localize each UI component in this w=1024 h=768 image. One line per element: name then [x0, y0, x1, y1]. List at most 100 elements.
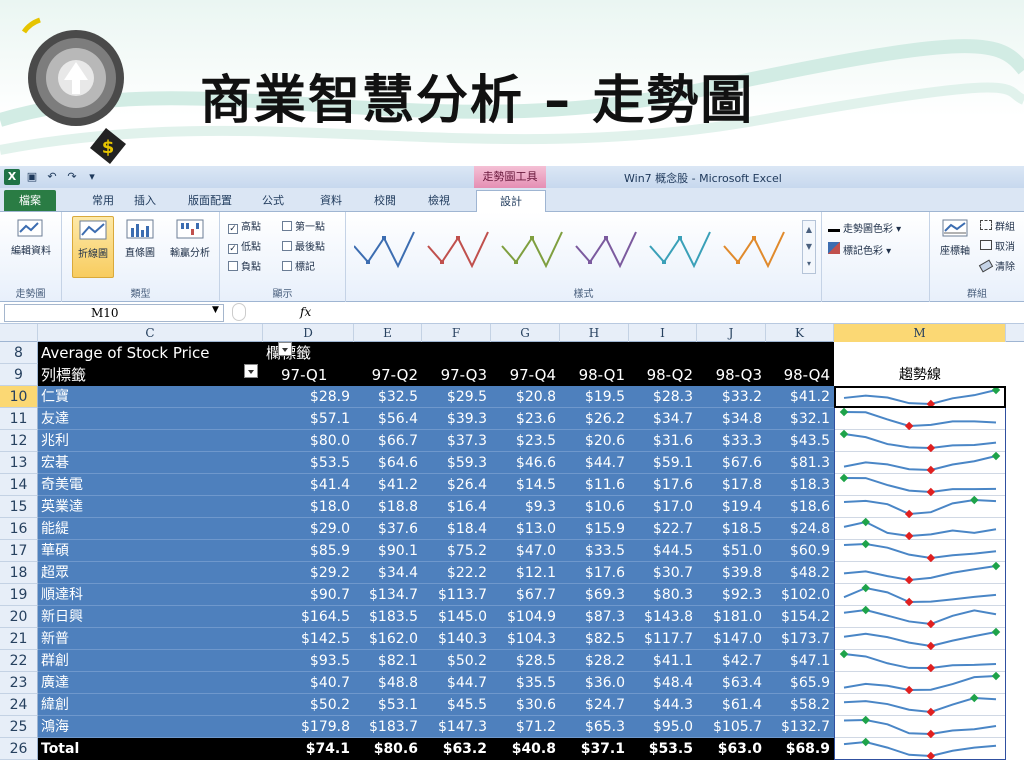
sparkline-style-option[interactable]	[723, 231, 785, 269]
price-cell[interactable]: $45.5	[422, 694, 487, 716]
price-cell[interactable]: $37.6	[354, 518, 418, 540]
marker-color-button[interactable]: 標記色彩 ▾	[828, 242, 891, 257]
company-name[interactable]: 能緹	[41, 518, 69, 540]
row-filter-dropdown-icon[interactable]	[244, 364, 258, 378]
price-cell[interactable]: $23.6	[491, 408, 556, 430]
row-header-8[interactable]: 8	[0, 342, 38, 364]
price-cell[interactable]: $41.2	[354, 474, 418, 496]
company-name[interactable]: 順達科	[41, 584, 83, 606]
price-cell[interactable]: $50.2	[263, 694, 350, 716]
price-cell[interactable]: $22.2	[422, 562, 487, 584]
price-cell[interactable]: $33.3	[697, 430, 762, 452]
price-cell[interactable]: $42.7	[697, 650, 762, 672]
line-sparkline-button[interactable]: 折線圖	[72, 216, 114, 278]
price-cell[interactable]: $102.0	[766, 584, 830, 606]
group-sparklines-button[interactable]: 群組	[980, 218, 1015, 233]
price-cell[interactable]: $33.2	[697, 386, 762, 408]
row-header-15[interactable]: 15	[0, 496, 38, 518]
price-cell[interactable]: $48.8	[354, 672, 418, 694]
price-cell[interactable]: $147.0	[697, 628, 762, 650]
price-cell[interactable]: $22.7	[629, 518, 693, 540]
row-header-18[interactable]: 18	[0, 562, 38, 584]
price-cell[interactable]: $32.1	[766, 408, 830, 430]
price-cell[interactable]: $104.9	[491, 606, 556, 628]
tab-data[interactable]: 資料	[320, 192, 342, 208]
price-cell[interactable]: $85.9	[263, 540, 350, 562]
sparkline-cell[interactable]	[834, 649, 1006, 673]
row-header-26[interactable]: 26	[0, 738, 38, 760]
undo-icon[interactable]: ↶	[44, 169, 60, 185]
price-cell[interactable]: $90.1	[354, 540, 418, 562]
sparkline-cell[interactable]	[834, 473, 1006, 497]
price-cell[interactable]: $41.4	[263, 474, 350, 496]
price-cell[interactable]: $48.4	[629, 672, 693, 694]
insert-function-button[interactable]: fx	[300, 305, 311, 319]
price-cell[interactable]: $13.0	[491, 518, 556, 540]
price-cell[interactable]: $134.7	[354, 584, 418, 606]
sparkline-cell[interactable]	[834, 385, 1006, 409]
price-cell[interactable]: $28.3	[629, 386, 693, 408]
sparkline-style-gallery[interactable]	[354, 222, 794, 278]
price-cell[interactable]: $117.7	[629, 628, 693, 650]
price-cell[interactable]: $48.2	[766, 562, 830, 584]
price-cell[interactable]: $28.5	[491, 650, 556, 672]
clear-sparklines-button[interactable]: 清除	[978, 258, 1015, 273]
price-cell[interactable]: $39.8	[697, 562, 762, 584]
price-cell[interactable]: $69.3	[560, 584, 625, 606]
price-cell[interactable]: $93.5	[263, 650, 350, 672]
sparkline-color-button[interactable]: 走勢圖色彩 ▾	[828, 220, 901, 235]
price-cell[interactable]: $183.7	[354, 716, 418, 738]
price-cell[interactable]: $44.7	[560, 452, 625, 474]
price-cell[interactable]: $39.3	[422, 408, 487, 430]
price-cell[interactable]: $113.7	[422, 584, 487, 606]
price-cell[interactable]: $14.5	[491, 474, 556, 496]
tab-review[interactable]: 校閱	[374, 192, 396, 208]
sparkline-style-option[interactable]	[354, 231, 415, 269]
price-cell[interactable]: $47.1	[766, 650, 830, 672]
sparkline-style-option[interactable]	[649, 231, 711, 269]
price-cell[interactable]: $92.3	[697, 584, 762, 606]
select-all-corner[interactable]	[0, 324, 38, 342]
customize-qat-icon[interactable]: ▾	[84, 169, 100, 185]
row-header-24[interactable]: 24	[0, 694, 38, 716]
price-cell[interactable]: $40.7	[263, 672, 350, 694]
price-cell[interactable]: $57.1	[263, 408, 350, 430]
row-header-13[interactable]: 13	[0, 452, 38, 474]
row-header-23[interactable]: 23	[0, 672, 38, 694]
excel-app-icon[interactable]: X	[4, 169, 20, 185]
sparkline-cell[interactable]	[834, 627, 1006, 651]
company-name[interactable]: 緯創	[41, 694, 69, 716]
price-cell[interactable]: $12.1	[491, 562, 556, 584]
price-cell[interactable]: $61.4	[697, 694, 762, 716]
row-header-22[interactable]: 22	[0, 650, 38, 672]
price-cell[interactable]: $65.9	[766, 672, 830, 694]
last-point-checkbox[interactable]: 最後點	[282, 238, 325, 253]
tab-page-layout[interactable]: 版面配置	[188, 192, 232, 208]
price-cell[interactable]: $50.2	[422, 650, 487, 672]
price-cell[interactable]: $65.3	[560, 716, 625, 738]
price-cell[interactable]: $74.1	[263, 738, 350, 760]
price-cell[interactable]: $104.3	[491, 628, 556, 650]
price-cell[interactable]: $82.5	[560, 628, 625, 650]
price-cell[interactable]: $53.5	[263, 452, 350, 474]
price-cell[interactable]: $53.1	[354, 694, 418, 716]
save-icon[interactable]: ▣	[24, 169, 40, 185]
price-cell[interactable]: $26.2	[560, 408, 625, 430]
winloss-sparkline-button[interactable]: 輸贏分析	[164, 216, 216, 259]
sparkline-cell[interactable]	[834, 693, 1006, 717]
price-cell[interactable]: $181.0	[697, 606, 762, 628]
price-cell[interactable]: $18.3	[766, 474, 830, 496]
price-cell[interactable]: $64.6	[354, 452, 418, 474]
price-cell[interactable]: $18.5	[697, 518, 762, 540]
price-cell[interactable]: $16.4	[422, 496, 487, 518]
column-header-i[interactable]: I	[629, 324, 697, 342]
sparkline-cell[interactable]	[834, 517, 1006, 541]
price-cell[interactable]: $47.0	[491, 540, 556, 562]
price-cell[interactable]: $33.5	[560, 540, 625, 562]
row-header-21[interactable]: 21	[0, 628, 38, 650]
price-cell[interactable]: $80.6	[354, 738, 418, 760]
price-cell[interactable]: $44.5	[629, 540, 693, 562]
tab-insert[interactable]: 插入	[134, 192, 156, 208]
column-sparkline-button[interactable]: 直條圖	[118, 216, 162, 259]
row-header-14[interactable]: 14	[0, 474, 38, 496]
